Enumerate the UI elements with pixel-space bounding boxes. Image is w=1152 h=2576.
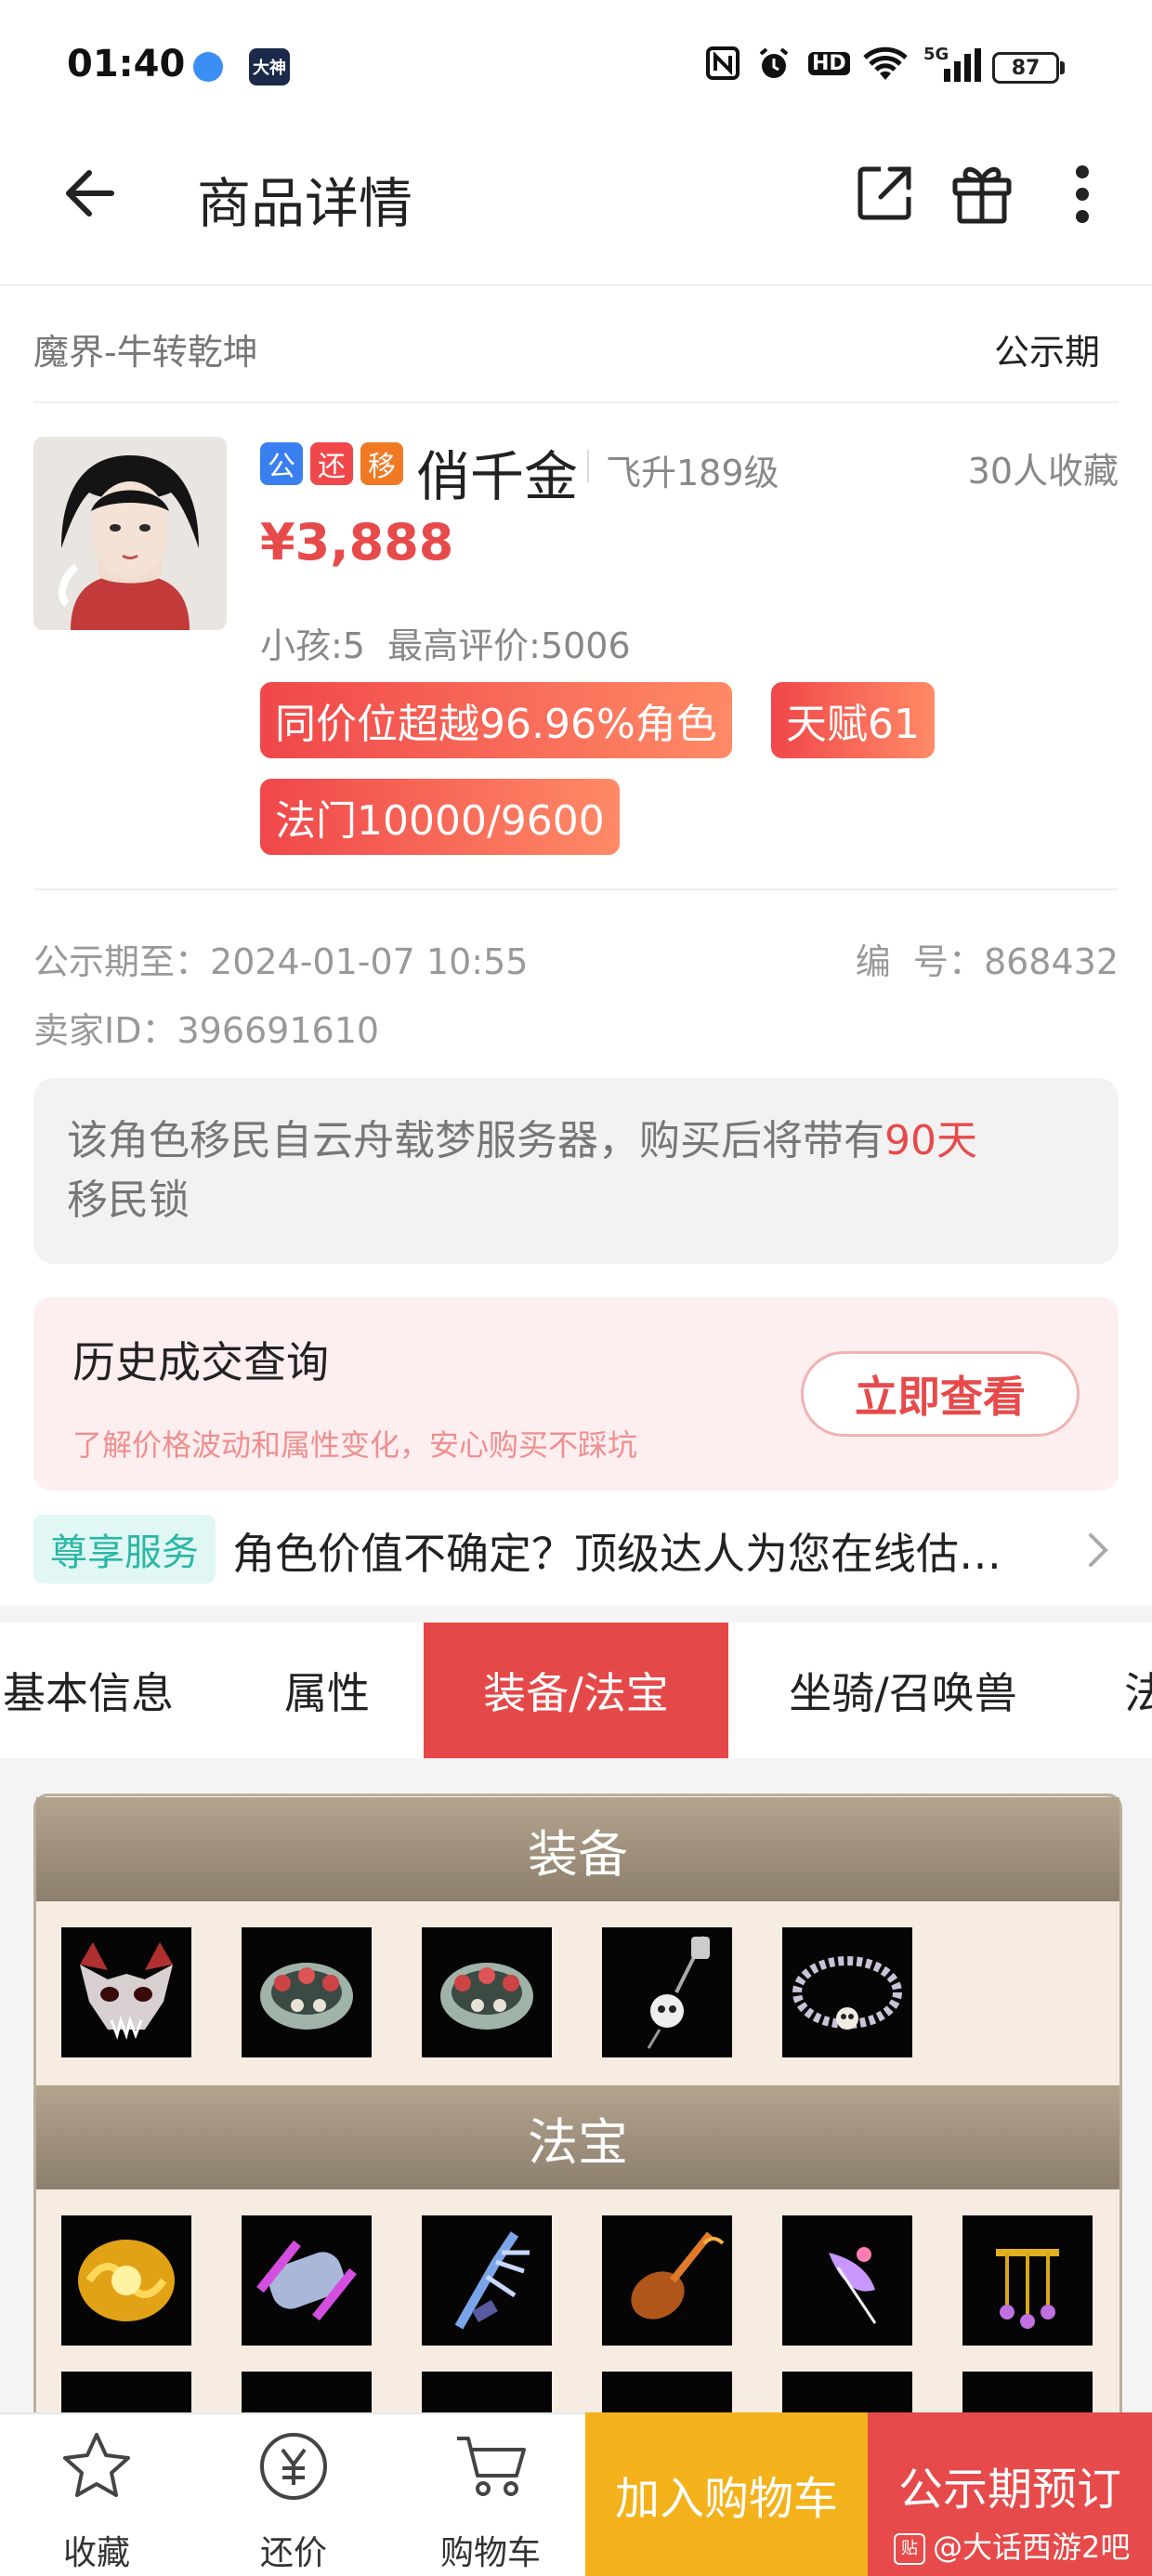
serial: 编 号：868432 (856, 933, 1119, 984)
treasure-item-partial[interactable] (782, 2372, 912, 2412)
page-title: 商品详情 (197, 172, 413, 235)
share-icon[interactable] (853, 162, 916, 229)
app-notification-icon (193, 52, 223, 82)
gift-icon[interactable] (949, 158, 1015, 229)
treasure-item-purple-scroll[interactable] (242, 2215, 372, 2346)
treasure-item-gold-orb[interactable] (61, 2215, 191, 2346)
notice-text-end: 移民锁 (67, 1176, 190, 1224)
separator (587, 450, 589, 483)
treasure-item-gold-chime[interactable] (962, 2215, 1093, 2346)
serial-value: 868432 (983, 941, 1119, 982)
history-subtitle: 了解价格波动和属性变化，安心购买不踩坑 (72, 1427, 638, 1463)
history-title: 历史成交查询 (72, 1337, 329, 1387)
equip-item-skull-pendant[interactable] (602, 1927, 732, 2057)
divider (33, 888, 1119, 890)
listing-status: 公示期 (993, 332, 1100, 373)
watermark-text: @大话西游2吧 (933, 2530, 1131, 2565)
tab-more[interactable]: 法 (1124, 1623, 1152, 1758)
watermark: 贴 @大话西游2吧 (894, 2524, 1130, 2567)
serial-label: 编 号： (855, 941, 984, 982)
add-to-cart-button[interactable]: 加入购物车 (585, 2412, 868, 2576)
treasure-item-blue-claw[interactable] (422, 2215, 552, 2346)
sub-info: 小孩:5 最高评价:5006 (260, 625, 631, 666)
badge-bargain: 还 (310, 442, 353, 485)
star-icon[interactable] (59, 2429, 134, 2507)
back-arrow-icon[interactable] (58, 158, 128, 229)
equip-item-skull-ring[interactable] (422, 1927, 552, 2057)
tab-equipment[interactable]: 装备/法宝 (424, 1623, 728, 1758)
public-until: 公示期至：2024-01-07 10:55 (33, 933, 528, 984)
equip-item-skull-bracelet[interactable] (782, 1927, 912, 2057)
treasure-item-fire-lute[interactable] (602, 2215, 732, 2346)
notice-highlight: 90天 (884, 1117, 977, 1164)
cart-button-label[interactable]: 购物车 (416, 2526, 565, 2574)
bargain-button-label[interactable]: 还价 (219, 2526, 368, 2574)
service-text[interactable]: 角色价值不确定？顶级达人为您在线估… (232, 1520, 1001, 1582)
wifi-icon (862, 46, 909, 90)
seller-label: 卖家ID： (33, 1010, 177, 1051)
treasure-item-pink-feather[interactable] (782, 2215, 912, 2346)
treasure-item-partial[interactable] (602, 2372, 732, 2412)
favorite-button-label[interactable]: 收藏 (22, 2526, 171, 2574)
tieba-logo-icon: 贴 (894, 2533, 925, 2565)
chevron-right-icon[interactable] (1085, 1530, 1111, 1574)
yuan-icon[interactable] (256, 2429, 331, 2507)
equip-item-skull-ring[interactable] (242, 1927, 372, 2057)
seller-id: 396691610 (177, 1010, 380, 1051)
equip-item-demon-mask[interactable] (61, 1927, 191, 2057)
favorite-count: 30人收藏 (967, 451, 1119, 492)
battery-icon: 87 (992, 52, 1059, 84)
tab-attributes[interactable]: 属性 (243, 1623, 411, 1758)
treasure-item-partial[interactable] (61, 2372, 191, 2412)
service-badge: 尊享服务 (33, 1515, 216, 1584)
tab-mounts[interactable]: 坐骑/召唤兽 (754, 1623, 1052, 1758)
tag-talent: 天赋61 (771, 682, 935, 758)
more-menu-icon[interactable] (1068, 164, 1096, 229)
badge-public: 公 (260, 442, 303, 485)
status-time: 01:40 (67, 43, 186, 85)
hd-icon: HD (808, 52, 850, 75)
view-history-button[interactable]: 立即查看 (801, 1351, 1080, 1437)
treasure-item-partial[interactable] (962, 2372, 1093, 2412)
treasure-item-partial[interactable] (422, 2372, 552, 2412)
divider (33, 401, 1119, 403)
tab-basic-info[interactable]: 基本信息 (0, 1623, 186, 1758)
treasure-section-title: 法宝 (36, 2085, 1119, 2189)
cart-icon[interactable] (452, 2429, 530, 2507)
migration-notice-text: 该角色移民自云舟载梦服务器，购买后将带有90天移民锁 (67, 1111, 1098, 1230)
dashen-app-icon: 大神 (249, 48, 290, 85)
public-until-label: 公示期至： (33, 941, 211, 982)
signal-icon (929, 48, 981, 87)
public-until-value: 2024-01-07 10:55 (210, 941, 529, 982)
tag-price-rank: 同价位超越96.96%角色 (260, 682, 732, 758)
character-name: 俏千金 (416, 445, 579, 508)
price: ¥3,888 (260, 513, 454, 572)
battery-tip (1060, 61, 1065, 74)
treasure-item-partial[interactable] (242, 2372, 372, 2412)
character-level: 飞升189级 (606, 453, 779, 493)
server-name: 魔界-牛转乾坤 (33, 332, 258, 373)
nfc-icon (706, 46, 740, 86)
notice-text: 该角色移民自云舟载梦服务器，购买后将带有 (67, 1117, 884, 1164)
alarm-icon (756, 46, 792, 88)
character-avatar[interactable] (33, 437, 227, 630)
equipment-section-title: 装备 (36, 1797, 1119, 1901)
badge-migrate: 移 (360, 442, 403, 485)
tag-method: 法门10000/9600 (260, 779, 620, 855)
seller: 卖家ID：396691610 (33, 1002, 379, 1053)
